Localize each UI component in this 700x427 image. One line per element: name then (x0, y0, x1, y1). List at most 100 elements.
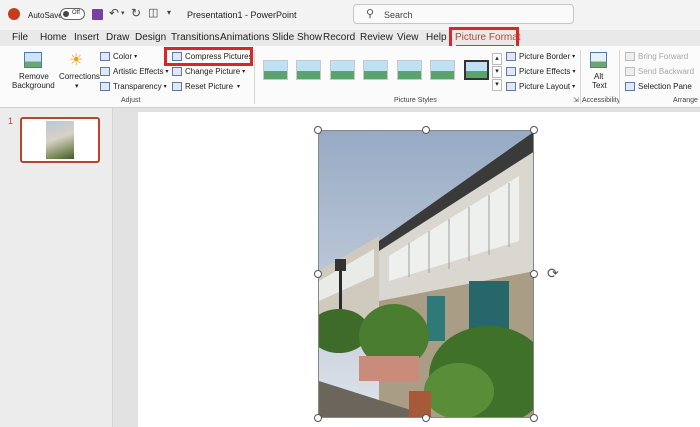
tab-review[interactable]: Review (360, 32, 393, 43)
styles-scroll-down-icon[interactable]: ▾ (492, 66, 502, 78)
tab-file[interactable]: File (12, 32, 28, 43)
tab-draw[interactable]: Draw (106, 32, 129, 43)
picture-border-icon (506, 52, 516, 61)
bring-forward-icon (625, 52, 635, 61)
building-photo (319, 131, 533, 417)
slide-number: 1 (8, 116, 14, 126)
styles-more-icon[interactable]: ▾ (492, 79, 502, 91)
resize-handle-top-right[interactable] (530, 126, 538, 134)
reset-picture-button[interactable]: Reset Picture ▾ (172, 82, 240, 91)
picture-style-2[interactable] (296, 60, 321, 80)
save-icon[interactable] (92, 9, 103, 20)
tab-help[interactable]: Help (426, 32, 447, 43)
corrections-button[interactable]: ☀ Corrections ▾ (58, 50, 100, 96)
rotate-handle-icon[interactable]: ⟳ (547, 265, 559, 282)
bring-forward-button[interactable]: Bring Forward (625, 52, 688, 61)
artistic-effects-icon (100, 67, 110, 76)
resize-handle-top[interactable] (422, 126, 430, 134)
tab-insert[interactable]: Insert (74, 32, 99, 43)
picture-effects-dropdown-icon: ▾ (572, 69, 576, 75)
transparency-icon (100, 82, 110, 91)
picture-styles-launcher-icon[interactable]: ⇲ (573, 96, 579, 104)
tab-design[interactable]: Design (135, 32, 166, 43)
customize-qat-icon[interactable]: ▾ (167, 8, 171, 17)
color-button[interactable]: Color ▾ (100, 52, 137, 61)
tab-view[interactable]: View (397, 32, 419, 43)
tab-animations[interactable]: Animations (220, 32, 269, 43)
remove-background-icon (24, 52, 42, 68)
remove-background-label-1: Remove (19, 72, 49, 81)
send-backward-label: Send Backward (638, 67, 695, 76)
picture-style-1[interactable] (263, 60, 288, 80)
artistic-effects-dropdown-icon: ▾ (165, 69, 169, 75)
picture-effects-button[interactable]: Picture Effects ▾ (506, 67, 575, 76)
reset-picture-label: Reset Picture (185, 82, 234, 91)
picture-layout-button[interactable]: Picture Layout ▾ (506, 82, 575, 91)
slide-thumbnail-image (46, 121, 74, 159)
change-picture-dropdown-icon: ▾ (242, 69, 246, 75)
remove-background-label-2: Background (12, 81, 55, 90)
tab-transitions[interactable]: Transitions (171, 32, 220, 43)
corrections-label: Corrections (59, 72, 100, 81)
search-box[interactable]: ⚲ Search (353, 4, 574, 24)
picture-style-7[interactable] (464, 60, 489, 80)
bring-forward-label: Bring Forward (638, 52, 689, 61)
search-icon: ⚲ (366, 8, 375, 20)
resize-handle-top-left[interactable] (314, 126, 322, 134)
accessibility-separator (619, 50, 620, 104)
picture-style-6[interactable] (430, 60, 455, 80)
redo-icon[interactable]: ↻ (131, 6, 141, 20)
arrange-group-label: Arrange (673, 97, 698, 104)
change-picture-label: Change Picture (185, 67, 241, 76)
slide-thumbnail[interactable] (20, 117, 100, 163)
autosave-toggle[interactable]: Off (60, 8, 85, 20)
picture-border-dropdown-icon: ▾ (572, 54, 576, 60)
artistic-effects-button[interactable]: Artistic Effects ▾ (100, 67, 169, 76)
resize-handle-left[interactable] (314, 270, 322, 278)
reset-picture-dropdown-icon: ▾ (237, 84, 241, 90)
autosave-toggle-knob (63, 11, 69, 17)
picture-border-button[interactable]: Picture Border ▾ (506, 52, 575, 61)
corrections-dropdown-icon: ▾ (75, 83, 79, 90)
selection-pane-button[interactable]: Selection Pane (625, 82, 692, 91)
compress-highlight-box (164, 47, 253, 66)
selected-picture[interactable] (318, 130, 534, 418)
picture-styles-group-label: Picture Styles (394, 97, 437, 104)
alt-text-label-2: Text (592, 81, 607, 90)
accessibility-group-label: Accessibility (582, 97, 621, 104)
picture-style-4[interactable] (363, 60, 388, 80)
resize-handle-bottom-right[interactable] (530, 414, 538, 422)
color-label: Color (113, 52, 133, 61)
resize-handle-bottom[interactable] (422, 414, 430, 422)
selection-pane-label: Selection Pane (638, 82, 692, 91)
picture-layout-label: Picture Layout (519, 82, 571, 91)
adjust-group-label: Adjust (121, 97, 141, 104)
tab-home[interactable]: Home (40, 32, 67, 43)
transparency-button[interactable]: Transparency ▾ (100, 82, 167, 91)
remove-background-button[interactable]: Remove Background (10, 50, 56, 96)
resize-handle-bottom-left[interactable] (314, 414, 322, 422)
resize-handle-right[interactable] (530, 270, 538, 278)
app-logo-icon (8, 8, 20, 20)
artistic-effects-label: Artistic Effects (113, 67, 164, 76)
alt-text-button[interactable]: Alt Text (585, 50, 613, 96)
change-picture-button[interactable]: Change Picture ▾ (172, 67, 245, 76)
picture-style-3[interactable] (330, 60, 355, 80)
alt-text-label-1: Alt (594, 72, 604, 81)
undo-icon[interactable]: ↶ (109, 6, 119, 20)
picture-style-5[interactable] (397, 60, 422, 80)
tab-record[interactable]: Record (323, 32, 355, 43)
styles-scroll-up-icon[interactable]: ▴ (492, 53, 502, 65)
send-backward-button[interactable]: Send Backward (625, 67, 694, 76)
picture-effects-label: Picture Effects (519, 67, 571, 76)
adjust-separator (254, 50, 255, 104)
undo-dropdown-icon[interactable]: ▾ (121, 9, 125, 17)
title-bar (0, 0, 700, 30)
autosave-label: AutoSave (28, 11, 63, 20)
present-icon[interactable]: ◫ (148, 6, 158, 19)
reset-picture-icon (172, 82, 182, 91)
picture-layout-dropdown-icon: ▾ (572, 84, 576, 90)
tab-slide-show[interactable]: Slide Show (272, 32, 322, 43)
transparency-label: Transparency (113, 82, 162, 91)
autosave-state: Off (72, 10, 80, 16)
